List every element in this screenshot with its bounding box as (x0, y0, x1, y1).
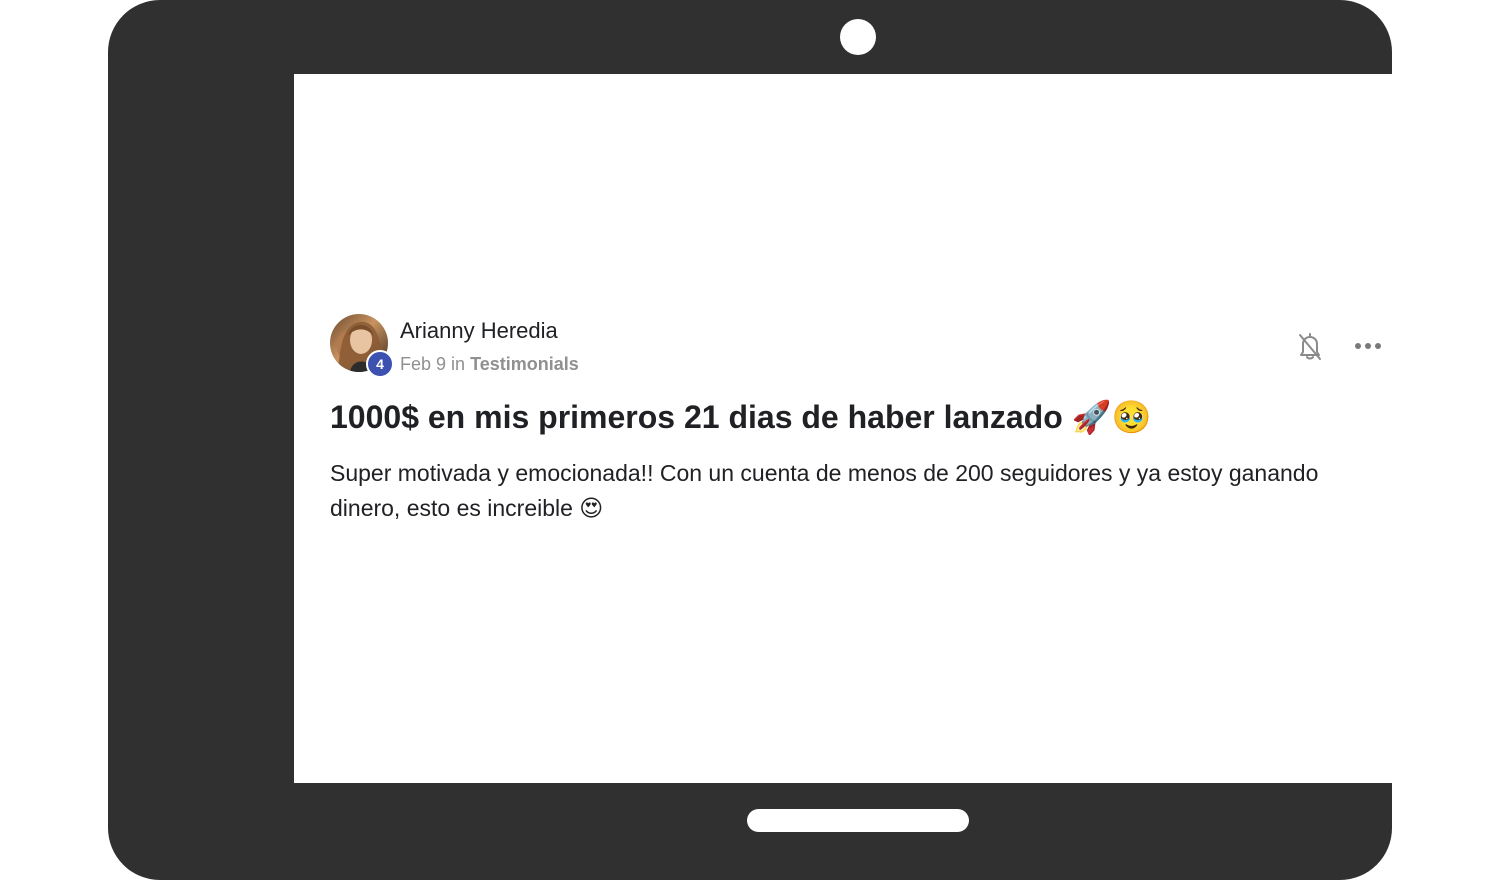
bell-off-icon[interactable] (1296, 331, 1324, 361)
post-title[interactable]: 1000$ en mis primeros 21 dias de haber l… (330, 398, 1151, 436)
author-avatar-wrapper[interactable]: 4 (330, 314, 394, 378)
tablet-frame: 4 Arianny Heredia Feb 9 in Testimonials (108, 0, 1422, 880)
camera (840, 19, 876, 55)
level-badge: 4 (366, 350, 394, 378)
post-body: Super motivada y emocionada!! Con un cue… (330, 460, 1319, 521)
post-date[interactable]: Feb 9 (400, 354, 446, 374)
screen: 4 Arianny Heredia Feb 9 in Testimonials (294, 74, 1422, 783)
meta-in-word: in (451, 354, 466, 374)
category-link[interactable]: Testimonials (470, 354, 579, 374)
more-horizontal-icon[interactable] (1354, 336, 1382, 356)
home-button[interactable] (747, 809, 969, 832)
author-name[interactable]: Arianny Heredia (400, 318, 558, 344)
post-meta: Feb 9 in Testimonials (400, 354, 579, 375)
